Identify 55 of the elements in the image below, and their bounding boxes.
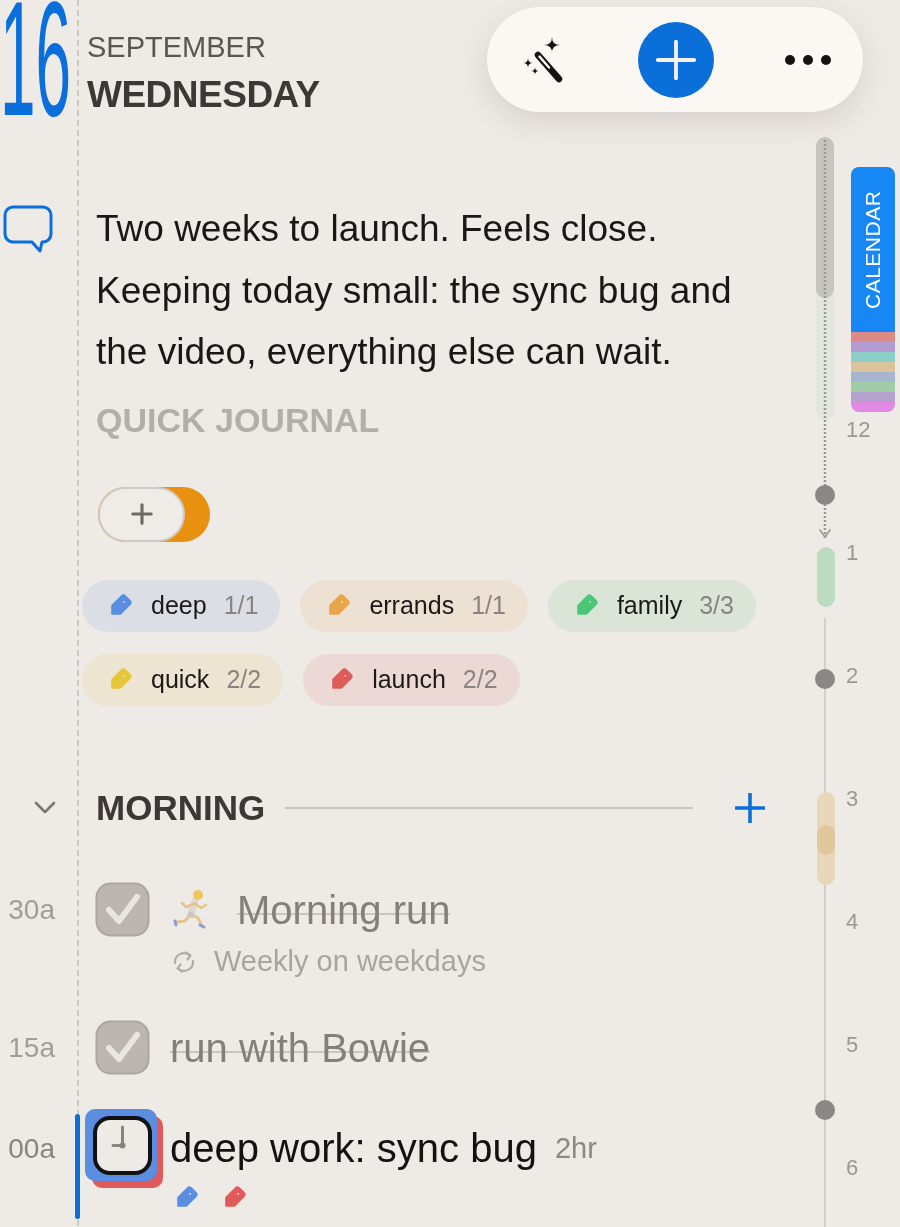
tag-count: 3/3 (699, 591, 734, 620)
timeline-dot (815, 669, 835, 689)
tag-count: 1/1 (471, 591, 506, 620)
calendar-tab-stripe[interactable] (851, 402, 895, 412)
calendar-tab-stripe[interactable] (851, 342, 895, 352)
repeat-label: Weekly on weekdays (214, 945, 486, 978)
hour-label: 2 (846, 665, 859, 687)
weekday-label: WEDNESDAY (87, 74, 320, 116)
calendar-tab-stripe[interactable] (851, 332, 895, 342)
plus-icon (655, 39, 696, 80)
hour-label: 3 (846, 788, 859, 810)
clock-icon[interactable] (85, 1108, 163, 1188)
add-task-button[interactable] (735, 792, 765, 823)
tag-count: 2/2 (462, 665, 498, 694)
section-title: MORNING (96, 786, 266, 829)
month-label: SEPTEMBER (87, 30, 266, 64)
time-label: 00a (8, 1131, 55, 1166)
calendar-tab-stripe[interactable] (851, 372, 895, 382)
chevron-icon[interactable] (34, 801, 56, 814)
tag-chip[interactable]: errands 1/1 (300, 579, 528, 632)
plus-icon (130, 503, 153, 525)
calendar-tab-stripe[interactable] (851, 352, 895, 362)
checkbox[interactable] (95, 882, 150, 937)
hour-label: 4 (846, 911, 859, 933)
hour-label: 12 (846, 419, 871, 441)
timeline-dot (815, 485, 835, 505)
time-label: 15a (8, 1030, 55, 1065)
calendar-tab-stripe[interactable] (851, 362, 895, 372)
tag-chip[interactable]: family 3/3 (547, 579, 756, 632)
checkbox[interactable] (95, 1020, 150, 1075)
more-icon (784, 53, 832, 66)
add-pill-button[interactable] (98, 486, 210, 542)
calendar-tab[interactable]: CALENDAR (851, 167, 895, 332)
hour-label: 1 (846, 542, 859, 564)
task-title[interactable]: deep work: sync bug (170, 1123, 537, 1173)
journal-text[interactable]: Two weeks to launch. Feels close. Keeping today small: the sync bug and the video, everything else can wait. (96, 198, 776, 383)
event-block[interactable] (817, 792, 835, 885)
duration-label: 2hr (554, 1131, 597, 1165)
tag-chip[interactable]: quick 2/2 (82, 653, 284, 706)
hour-label: 5 (846, 1034, 859, 1056)
day-number: 16 (0, 0, 72, 141)
journal-icon[interactable] (3, 205, 53, 253)
more-button[interactable] (784, 53, 832, 66)
timeline-dot (815, 1100, 835, 1120)
event-block[interactable] (817, 547, 835, 607)
tag-chip[interactable]: deep 1/1 (82, 579, 281, 632)
tag-count: 2/2 (226, 665, 262, 694)
tag-count: 1/1 (223, 591, 259, 620)
hour-label: 6 (846, 1157, 859, 1179)
tag-chip[interactable]: launch 2/2 (303, 653, 520, 706)
journal-label: QUICK JOURNAL (96, 399, 380, 440)
time-label: 30a (8, 892, 55, 927)
calendar-tab-stripe[interactable] (851, 382, 895, 392)
calendar-tab-stripe[interactable] (851, 392, 895, 402)
plus-icon (735, 792, 765, 823)
